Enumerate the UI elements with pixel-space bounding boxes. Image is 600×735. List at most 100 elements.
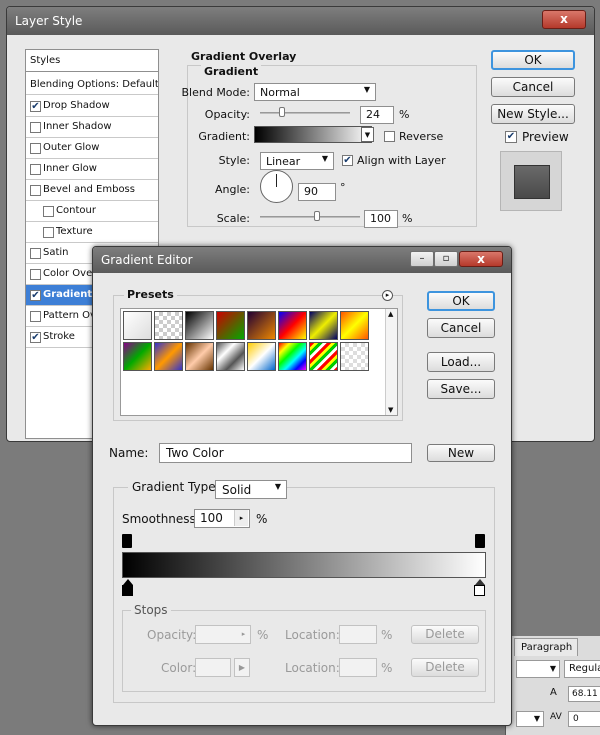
opacity-slider-track[interactable]: [260, 112, 350, 114]
style-item-drop-shadow[interactable]: ✔ Drop Shadow: [26, 96, 158, 117]
save-button[interactable]: Save...: [427, 379, 495, 399]
load-button[interactable]: Load...: [427, 352, 495, 372]
opacity-slider-thumb[interactable]: [278, 107, 285, 117]
blend-mode-value: Normal: [260, 86, 300, 99]
satin-checkbox[interactable]: [30, 248, 41, 259]
pattern-overlay-checkbox[interactable]: [30, 311, 41, 322]
preset-swatch[interactable]: [216, 311, 245, 340]
preset-swatch[interactable]: [309, 342, 338, 371]
texture-checkbox[interactable]: [43, 227, 54, 238]
stop-opacity-location-field[interactable]: [339, 625, 377, 644]
font-family-select[interactable]: ▼: [516, 660, 560, 678]
align-with-layer-checkbox[interactable]: ✔: [342, 155, 353, 166]
inner-glow-label: Inner Glow: [43, 163, 97, 174]
stop-opacity-delete-button[interactable]: Delete: [411, 625, 479, 644]
smoothness-stepper[interactable]: ▸: [234, 510, 248, 526]
style-select[interactable]: Linear ▼: [260, 152, 334, 170]
contour-checkbox[interactable]: [43, 206, 54, 217]
style-value: Linear: [266, 155, 301, 168]
kerning-select[interactable]: ▼: [516, 711, 544, 727]
opacity-field[interactable]: 24: [360, 106, 394, 124]
scale-slider-thumb[interactable]: [314, 211, 320, 221]
color-stop-right[interactable]: [474, 585, 485, 596]
drop-shadow-label: Drop Shadow: [43, 100, 110, 111]
reverse-checkbox[interactable]: [384, 131, 395, 142]
style-item-texture[interactable]: Texture: [26, 222, 158, 243]
preset-swatch[interactable]: [247, 311, 276, 340]
stop-color-picker-button[interactable]: ▶: [234, 658, 250, 677]
preset-swatch[interactable]: [185, 311, 214, 340]
angle-degree-symbol: °: [340, 181, 346, 194]
bevel-emboss-checkbox[interactable]: [30, 185, 41, 196]
gradient-editor-close-button[interactable]: x: [459, 251, 503, 267]
paragraph-tab[interactable]: Paragraph: [514, 638, 578, 656]
stop-color-swatch[interactable]: [195, 658, 231, 677]
angle-field[interactable]: 90: [298, 183, 336, 201]
preset-swatch[interactable]: [154, 342, 183, 371]
minimize-button[interactable]: –: [410, 251, 434, 267]
layer-style-close-button[interactable]: x: [542, 10, 586, 29]
layer-style-cancel-button[interactable]: Cancel: [491, 77, 575, 97]
font-style-select[interactable]: Regular: [564, 660, 600, 678]
angle-dial[interactable]: [260, 170, 293, 203]
inner-glow-checkbox[interactable]: [30, 164, 41, 175]
style-item-bevel-emboss[interactable]: Bevel and Emboss: [26, 180, 158, 201]
new-style-button[interactable]: New Style...: [491, 104, 575, 124]
gradient-picker-button[interactable]: ▼: [361, 127, 374, 142]
gradient-type-label: Gradient Type:: [132, 480, 220, 494]
color-stop-left[interactable]: [122, 585, 133, 596]
stroke-checkbox[interactable]: ✔: [30, 332, 41, 343]
preset-swatch[interactable]: [123, 342, 152, 371]
gradient-overlay-checkbox[interactable]: ✔: [30, 290, 41, 301]
preset-swatch[interactable]: [216, 342, 245, 371]
gradient-editor-cancel-button[interactable]: Cancel: [427, 318, 495, 338]
scroll-up-icon[interactable]: ▲: [388, 310, 393, 318]
preset-swatch[interactable]: [154, 311, 183, 340]
presets-menu-button[interactable]: ▸: [382, 290, 393, 301]
presets-scrollbar[interactable]: ▲ ▼: [385, 309, 397, 415]
style-item-outer-glow[interactable]: Outer Glow: [26, 138, 158, 159]
new-button[interactable]: New: [427, 444, 495, 462]
preset-swatch[interactable]: [309, 311, 338, 340]
stop-opacity-stepper[interactable]: ▸: [237, 626, 250, 643]
reverse-label: Reverse: [399, 130, 444, 143]
outer-glow-checkbox[interactable]: [30, 143, 41, 154]
preset-swatch[interactable]: [278, 311, 307, 340]
kerning-field[interactable]: 0: [568, 711, 600, 727]
style-item-inner-shadow[interactable]: Inner Shadow: [26, 117, 158, 138]
style-item-contour[interactable]: Contour: [26, 201, 158, 222]
gradient-preview-bar[interactable]: [122, 552, 486, 578]
drop-shadow-checkbox[interactable]: ✔: [30, 101, 41, 112]
layer-style-ok-button[interactable]: OK: [491, 50, 575, 70]
gradient-swatch[interactable]: [254, 126, 372, 143]
preset-swatch[interactable]: [185, 342, 214, 371]
blend-mode-select[interactable]: Normal ▼: [254, 83, 376, 101]
restore-button[interactable]: ▫: [434, 251, 458, 267]
preset-swatch[interactable]: [340, 342, 369, 371]
layer-style-titlebar[interactable]: Layer Style: [7, 7, 594, 35]
scroll-down-icon[interactable]: ▼: [388, 406, 393, 414]
opacity-stop-right[interactable]: [475, 534, 485, 548]
color-overlay-checkbox[interactable]: [30, 269, 41, 280]
preset-swatch[interactable]: [340, 311, 369, 340]
opacity-stop-left[interactable]: [122, 534, 132, 548]
align-with-layer-label: Align with Layer: [357, 154, 446, 167]
style-item-inner-glow[interactable]: Inner Glow: [26, 159, 158, 180]
name-field[interactable]: Two Color: [159, 443, 412, 463]
gradient-group-title: Gradient: [201, 65, 262, 78]
gradient-editor-dialog: Gradient Editor – ▫ x Presets ▸ ▲ ▼ OK C…: [92, 246, 512, 726]
stop-color-delete-button[interactable]: Delete: [411, 658, 479, 677]
inner-shadow-checkbox[interactable]: [30, 122, 41, 133]
tracking-field[interactable]: 68.11 p: [568, 686, 600, 702]
preset-swatch[interactable]: [247, 342, 276, 371]
preset-swatch[interactable]: [278, 342, 307, 371]
preview-checkbox[interactable]: ✔: [505, 131, 517, 143]
scale-field[interactable]: 100: [364, 210, 398, 228]
styles-header[interactable]: Styles: [26, 50, 158, 72]
gradient-editor-ok-button[interactable]: OK: [427, 291, 495, 311]
style-item-blending[interactable]: Blending Options: Default: [26, 74, 158, 95]
preset-swatch[interactable]: [123, 311, 152, 340]
stop-color-location-field[interactable]: [339, 658, 377, 677]
scale-slider-track[interactable]: [260, 216, 360, 218]
gradient-type-select[interactable]: Solid ▼: [215, 480, 287, 499]
